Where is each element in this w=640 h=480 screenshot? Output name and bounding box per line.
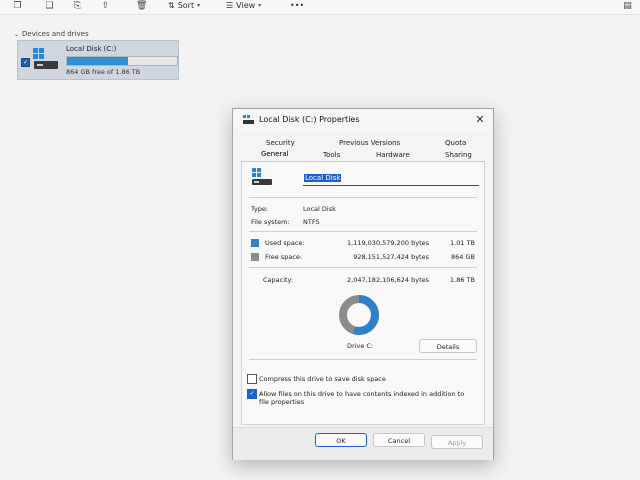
drive-letter-label: Drive C: bbox=[347, 342, 374, 350]
drive-name: Local Disk (C:) bbox=[66, 45, 117, 53]
view-label: View bbox=[236, 1, 256, 10]
tab-tools[interactable]: Tools bbox=[323, 151, 340, 159]
sort-label: Sort bbox=[177, 1, 195, 10]
compress-checkbox[interactable] bbox=[247, 374, 257, 384]
divider bbox=[249, 359, 477, 360]
drive-free-text: 864 GB free of 1.86 TB bbox=[66, 68, 141, 76]
details-pane-icon[interactable]: ▤ bbox=[622, 1, 633, 12]
dialog-titlebar[interactable]: Local Disk (C:) Properties ✕ bbox=[233, 109, 493, 131]
sort-icon: ⇅ bbox=[168, 1, 175, 10]
divider bbox=[249, 197, 477, 198]
free-space-label: Free space: bbox=[265, 253, 303, 261]
tab-general[interactable]: General bbox=[261, 150, 289, 158]
new-item-icon[interactable]: ❐ bbox=[12, 1, 23, 12]
divider bbox=[249, 231, 477, 232]
hard-drive-icon bbox=[252, 168, 272, 185]
sort-button[interactable]: ⇅ Sort ▾ bbox=[168, 1, 200, 10]
section-title: Devices and drives bbox=[22, 30, 89, 38]
tab-sharing[interactable]: Sharing bbox=[445, 151, 472, 159]
index-checkbox[interactable]: ✓ bbox=[247, 389, 257, 399]
capacity-bytes: 2,047,182,106,624 bytes bbox=[347, 276, 429, 284]
paste-icon[interactable]: ⎘ bbox=[72, 1, 83, 12]
drive-usage-fill bbox=[67, 57, 128, 65]
copy-icon[interactable]: ❑ bbox=[44, 1, 55, 12]
used-space-swatch bbox=[251, 239, 259, 247]
more-options-button[interactable]: ••• bbox=[290, 1, 304, 10]
compress-label: Compress this drive to save disk space bbox=[259, 375, 386, 383]
close-icon[interactable]: ✕ bbox=[473, 113, 487, 127]
chevron-down-icon: ▾ bbox=[197, 2, 201, 9]
tab-previous-versions[interactable]: Previous Versions bbox=[339, 139, 400, 147]
type-value: Local Disk bbox=[303, 205, 336, 213]
chevron-down-icon: ▾ bbox=[258, 2, 262, 9]
dialog-title: Local Disk (C:) Properties bbox=[259, 115, 360, 124]
hard-drive-icon bbox=[33, 48, 58, 69]
used-space-size: 1.01 TB bbox=[450, 239, 475, 247]
type-label: Type: bbox=[251, 205, 269, 213]
delete-icon[interactable]: 🗑 bbox=[136, 1, 147, 12]
view-icon: ☰ bbox=[226, 1, 234, 10]
share-icon[interactable]: ⇧ bbox=[100, 1, 111, 12]
capacity-label: Capacity: bbox=[263, 276, 294, 284]
details-button[interactable]: Details bbox=[419, 339, 477, 353]
drive-icon bbox=[243, 115, 254, 124]
used-space-bytes: 1,119,030,579,200 bytes bbox=[347, 239, 429, 247]
explorer-toolbar: ❐ ❑ ⎘ ⇧ 🗑 ⇅ Sort ▾ ☰ View ▾ ••• ▤ bbox=[0, 0, 640, 15]
more-label: ••• bbox=[290, 1, 305, 10]
disk-usage-donut bbox=[339, 295, 379, 335]
file-system-value: NTFS bbox=[303, 218, 320, 226]
apply-button[interactable]: Apply bbox=[431, 435, 483, 449]
ok-button[interactable]: OK bbox=[315, 433, 367, 447]
index-label: Allow files on this drive to have conten… bbox=[259, 390, 465, 406]
free-space-size: 864 GB bbox=[451, 253, 475, 261]
file-system-label: File system: bbox=[251, 218, 290, 226]
used-space-label: Used space: bbox=[265, 239, 305, 247]
capacity-size: 1.86 TB bbox=[450, 276, 475, 284]
properties-dialog: Local Disk (C:) Properties ✕ Security Pr… bbox=[232, 108, 494, 460]
drive-usage-bar bbox=[66, 56, 178, 66]
cancel-button[interactable]: Cancel bbox=[373, 433, 425, 447]
chevron-down-icon: ⌄ bbox=[14, 30, 20, 38]
drive-tile-c[interactable]: ✓ Local Disk (C:) 864 GB free of 1.86 TB bbox=[17, 40, 179, 80]
tab-hardware[interactable]: Hardware bbox=[376, 151, 410, 159]
free-space-swatch bbox=[251, 253, 259, 261]
tab-quota[interactable]: Quota bbox=[445, 139, 466, 147]
view-button[interactable]: ☰ View ▾ bbox=[226, 1, 261, 10]
selection-checkbox[interactable]: ✓ bbox=[21, 58, 30, 67]
divider bbox=[249, 267, 477, 268]
tab-security[interactable]: Security bbox=[266, 139, 295, 147]
free-space-bytes: 928,151,527,424 bytes bbox=[353, 253, 429, 261]
devices-section-header[interactable]: ⌄ Devices and drives bbox=[14, 30, 89, 38]
drive-name-underline bbox=[303, 172, 479, 186]
